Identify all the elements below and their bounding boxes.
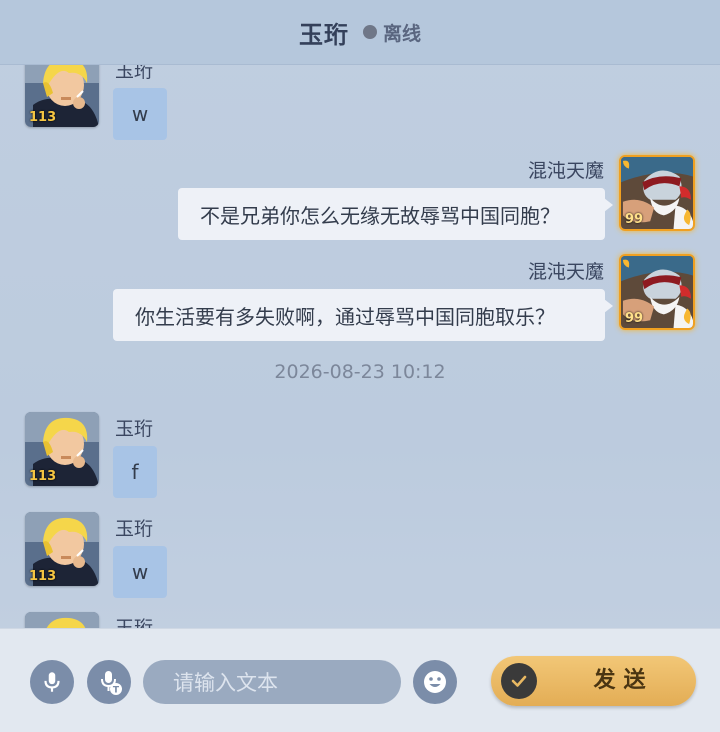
message-bubble[interactable]: f bbox=[113, 446, 157, 498]
status-text: 离线 bbox=[382, 22, 421, 45]
sender-name: 混沌天魔 bbox=[527, 160, 604, 182]
level-badge: 99 bbox=[625, 311, 644, 326]
message-list[interactable]: 113 玉珩 w 混沌天魔 99 不是兄弟你怎么无缘无故辱骂中国同胞？ 混沌天魔… bbox=[0, 64, 720, 628]
sender-avatar[interactable] bbox=[25, 612, 99, 628]
sender-name: 玉珩 bbox=[115, 518, 154, 540]
microphone-text-icon: T bbox=[101, 671, 122, 696]
level-badge: 99 bbox=[625, 212, 644, 227]
sender-name: 玉珩 bbox=[115, 617, 154, 628]
offline-dot-icon bbox=[362, 25, 377, 39]
sender-avatar[interactable]: 113 bbox=[25, 64, 99, 127]
sender-avatar[interactable]: 99 bbox=[619, 254, 695, 330]
sender-avatar[interactable]: 99 bbox=[619, 155, 695, 231]
message-bubble[interactable]: 你生活要有多失败啊，通过辱骂中国同胞取乐？ bbox=[113, 289, 613, 341]
chat-header: 玉珩 离线 bbox=[0, 0, 720, 65]
smiley-icon bbox=[424, 671, 446, 693]
contact-name: 玉珩 bbox=[298, 20, 349, 49]
message-bubble[interactable]: w bbox=[113, 88, 167, 140]
message-bubble[interactable]: w bbox=[113, 546, 167, 598]
sender-avatar[interactable]: 113 bbox=[25, 512, 99, 586]
sender-name: 玉珩 bbox=[115, 418, 154, 440]
message-timestamp: 2026-08-23 10:12 bbox=[274, 361, 446, 383]
checkmark-icon bbox=[501, 663, 537, 699]
voice-to-text-button[interactable]: T bbox=[87, 660, 131, 704]
input-bar: T 请输入文本 发送 bbox=[0, 628, 720, 732]
send-label: 发送 bbox=[593, 668, 654, 693]
svg-text:T: T bbox=[113, 686, 120, 696]
input-placeholder: 请输入文本 bbox=[173, 671, 278, 695]
sender-name: 玉珩 bbox=[115, 64, 154, 82]
voice-button[interactable] bbox=[30, 660, 74, 704]
message-bubble[interactable]: 不是兄弟你怎么无缘无故辱骂中国同胞？ bbox=[178, 188, 613, 240]
level-badge: 113 bbox=[29, 569, 57, 584]
level-badge: 113 bbox=[29, 110, 57, 125]
send-button[interactable]: 发送 bbox=[491, 656, 696, 706]
microphone-icon bbox=[39, 669, 65, 695]
message-input[interactable]: 请输入文本 bbox=[143, 660, 401, 704]
level-badge: 113 bbox=[29, 469, 57, 484]
sender-name: 混沌天魔 bbox=[527, 261, 604, 283]
status-indicator: 离线 bbox=[362, 19, 421, 46]
sender-avatar[interactable]: 113 bbox=[25, 412, 99, 486]
emoji-button[interactable] bbox=[413, 660, 457, 704]
